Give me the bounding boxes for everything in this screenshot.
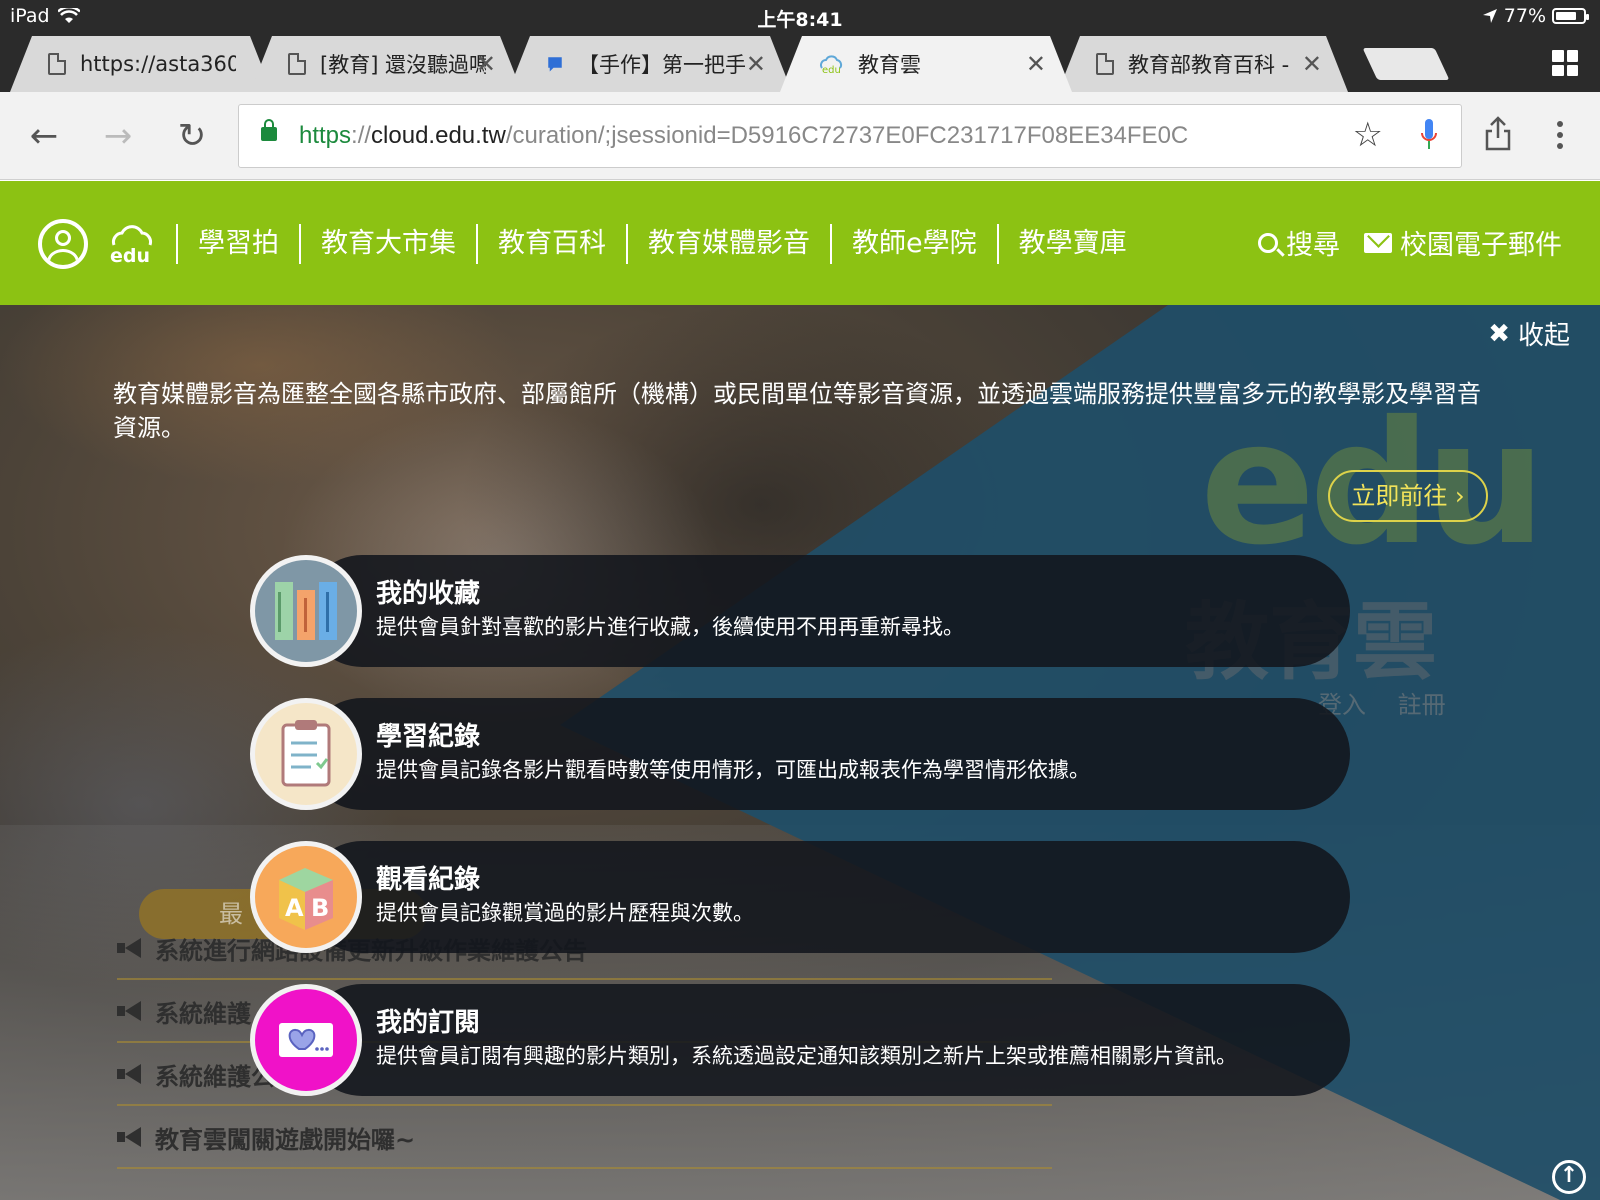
feature-title: 我的訂閱	[376, 1008, 481, 1038]
tab-title: 教育部教育百科 -	[1128, 53, 1290, 77]
news-item[interactable]: 教育雲闖關遊戲開始囉~	[117, 1107, 1052, 1169]
collapse-button[interactable]: ✖ 收起	[1488, 315, 1570, 352]
reload-icon[interactable]: ↻	[170, 114, 214, 158]
tab-switcher-icon[interactable]	[1552, 50, 1578, 76]
status-bar: iPad 上午8:41 77%	[0, 0, 1600, 32]
tab-title: 【手作】第一把手	[578, 53, 746, 77]
feature-description: 提供會員記錄各影片觀看時數等使用情形，可匯出成報表作為學習情形依據。	[376, 758, 1090, 782]
search-link[interactable]: 搜尋	[1258, 223, 1340, 262]
location-arrow-icon	[1482, 9, 1497, 23]
svg-text:edu: edu	[110, 245, 150, 265]
nav-link-learning-photo[interactable]: 學習拍	[176, 224, 299, 264]
site-nav-bar: edu 學習拍 教育大市集 教育百科 教育媒體影音 教師e學院 教學寶庫 搜尋 …	[0, 181, 1600, 305]
hero-description: 教育媒體影音為匯整全國各縣市政府、部屬館所（機構）或民間單位等影音資源，並透過雲…	[113, 380, 1481, 442]
tab-title: 教育雲	[858, 53, 921, 77]
go-now-button[interactable]: 立即前往 ›	[1328, 470, 1488, 522]
edu-cloud-logo[interactable]: edu	[108, 223, 156, 265]
feature-description: 提供會員針對喜歡的影片進行收藏，後續使用不用再重新尋找。	[376, 615, 964, 639]
nav-link-edu-market[interactable]: 教育大市集	[299, 224, 476, 264]
bookmark-star-icon[interactable]: ☆	[1353, 115, 1383, 155]
megaphone-icon	[117, 1001, 145, 1021]
abc-block-icon: A B	[250, 841, 362, 953]
tab-edu-cloud[interactable]: edu 教育雲 ✕	[780, 36, 1072, 92]
campus-mail-link[interactable]: 校園電子郵件	[1364, 223, 1562, 262]
megaphone-icon	[117, 1127, 145, 1147]
url-text[interactable]: https://cloud.edu.tw/curation/;jsessioni…	[299, 122, 1188, 150]
feature-description: 提供會員記錄觀賞過的影片歷程與次數。	[376, 901, 754, 925]
close-icon: ✖	[1488, 318, 1510, 349]
feature-title: 觀看紀錄	[376, 865, 481, 895]
url-path: /curation/;jsessionid=D5916C72737E0FC231…	[505, 122, 1189, 149]
browser-chrome: iPad 上午8:41 77% https://asta360 [教育] 還沒聽…	[0, 0, 1600, 92]
forward-arrow-icon[interactable]: →	[96, 114, 140, 158]
hero-section: edu 教育雲 登入 註冊 ✖ 收起 教育媒體影音為匯整全國各縣市政府、部屬館所…	[0, 305, 1600, 1200]
svg-text:edu: edu	[822, 65, 841, 75]
close-tab-icon[interactable]: ✕	[746, 50, 766, 78]
megaphone-icon	[117, 1064, 145, 1084]
tab-title: https://asta360	[80, 52, 236, 76]
tab-asta360[interactable]: https://asta360	[10, 36, 272, 92]
back-arrow-icon[interactable]: ←	[22, 114, 66, 158]
feature-my-favorites[interactable]: 我的收藏 提供會員針對喜歡的影片進行收藏，後續使用不用再重新尋找。	[250, 555, 1350, 667]
browser-toolbar: ← → ↻ https://cloud.edu.tw/curation/;jse…	[0, 92, 1600, 180]
new-tab-button[interactable]	[1362, 48, 1450, 80]
news-item-text: 系統維護	[155, 999, 251, 1028]
status-time: 上午8:41	[757, 9, 843, 31]
nav-link-edu-media[interactable]: 教育媒體影音	[626, 224, 830, 264]
megaphone-icon	[117, 938, 145, 958]
battery-fill	[1556, 12, 1576, 20]
battery-icon	[1552, 8, 1589, 24]
close-tab-icon[interactable]: ✕	[1026, 50, 1046, 78]
feature-description: 提供會員訂閱有興趣的影片類別，系統透過設定通知該類別之新片上架或推薦相關影片資訊…	[376, 1044, 1237, 1068]
collapse-label: 收起	[1517, 321, 1570, 351]
feature-title: 學習紀錄	[376, 722, 481, 752]
close-tab-icon[interactable]: ✕	[476, 50, 496, 78]
more-menu-icon[interactable]	[1556, 120, 1564, 150]
user-avatar-icon[interactable]	[38, 219, 88, 269]
tab-education-article[interactable]: [教育] 還沒聽過嗎 ✕	[250, 36, 522, 92]
share-icon[interactable]	[1484, 116, 1512, 152]
nav-link-teaching-treasury[interactable]: 教學寶庫	[996, 224, 1147, 264]
tab-strip: https://asta360 [教育] 還沒聽過嗎 ✕ 【手作】第一把手 ✕ …	[0, 36, 1600, 92]
scroll-to-top-icon[interactable]: ↑	[1552, 1160, 1586, 1194]
url-scheme: https	[299, 122, 352, 149]
clipboard-icon	[250, 698, 362, 810]
campus-mail-label: 校園電子郵件	[1400, 230, 1562, 261]
close-tab-icon[interactable]: ✕	[1302, 50, 1322, 78]
feature-viewing-history[interactable]: A B 觀看紀錄 提供會員記錄觀賞過的影片歷程與次數。	[250, 841, 1350, 953]
battery-percent: 77%	[1503, 5, 1546, 27]
nav-links: 學習拍 教育大市集 教育百科 教育媒體影音 教師e學院 教學寶庫	[176, 219, 1147, 269]
feature-learning-record[interactable]: 學習紀錄 提供會員記錄各影片觀看時數等使用情形，可匯出成報表作為學習情形依據。	[250, 698, 1350, 810]
document-icon	[288, 53, 306, 75]
address-bar[interactable]: https://cloud.edu.tw/curation/;jsessioni…	[238, 104, 1462, 168]
url-separator: ://	[351, 122, 372, 149]
feature-title: 我的收藏	[376, 579, 481, 609]
news-item-text: 教育雲闖關遊戲開始囉~	[155, 1125, 416, 1154]
search-icon	[1258, 232, 1278, 253]
bookshelf-icon	[250, 555, 362, 667]
tab-title: [教育] 還沒聽過嗎	[320, 53, 486, 77]
document-icon	[48, 53, 66, 75]
url-host: cloud.edu.tw	[371, 122, 506, 149]
nav-link-edu-encyclopedia[interactable]: 教育百科	[476, 224, 626, 264]
tab-handmade[interactable]: 【手作】第一把手 ✕	[508, 36, 792, 92]
heart-message-icon	[250, 984, 362, 1096]
nav-link-teacher-academy[interactable]: 教師e學院	[830, 224, 997, 264]
document-icon	[1096, 53, 1114, 75]
tab-edu-encyclopedia[interactable]: 教育部教育百科 - ✕	[1058, 36, 1348, 92]
svg-text:A: A	[285, 894, 304, 922]
envelope-icon	[1364, 232, 1392, 253]
microphone-icon[interactable]	[1421, 119, 1437, 153]
edu-cloud-icon: edu	[818, 53, 844, 75]
lock-icon	[261, 119, 277, 141]
search-label: 搜尋	[1286, 230, 1340, 261]
feature-my-subscriptions[interactable]: 我的訂閱 提供會員訂閱有興趣的影片類別，系統透過設定通知該類別之新片上架或推薦相…	[250, 984, 1350, 1096]
chat-bubble-icon	[546, 53, 564, 75]
svg-text:B: B	[311, 894, 329, 922]
